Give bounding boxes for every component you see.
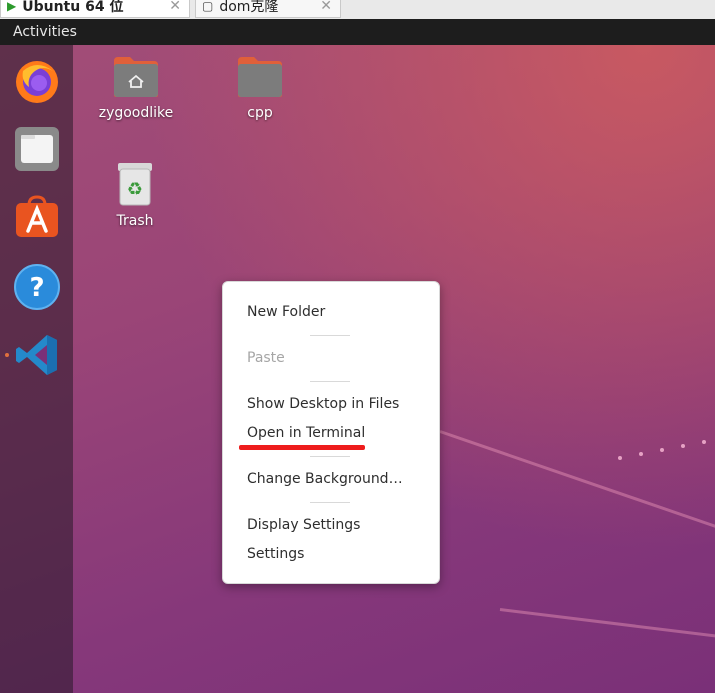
menu-separator: [310, 335, 350, 336]
desktop[interactable]: ? zygoodlike cpp ♻ Trash New Folder Past…: [0, 45, 715, 693]
close-icon[interactable]: ✕: [320, 0, 332, 14]
vm-tab-ubuntu[interactable]: ▶ Ubuntu 64 位 ✕: [0, 0, 190, 18]
menu-item-paste: Paste: [247, 350, 285, 366]
close-icon[interactable]: ✕: [169, 0, 181, 14]
desktop-context-menu: New Folder Paste Show Desktop in Files O…: [222, 281, 440, 584]
trash-desktop-icon[interactable]: ♻ Trash: [90, 161, 180, 229]
vm-tab-label: Ubuntu 64 位: [22, 0, 124, 15]
desktop-icon-label: cpp: [247, 105, 273, 121]
menu-item-new-folder[interactable]: New Folder: [247, 304, 325, 320]
software-icon[interactable]: [13, 193, 61, 241]
files-icon[interactable]: [13, 125, 61, 173]
wallpaper-streak: [439, 430, 715, 531]
svg-text:?: ?: [29, 273, 44, 303]
top-bar: Activities: [0, 19, 715, 45]
menu-item-show-desktop-in-files[interactable]: Show Desktop in Files: [247, 396, 399, 412]
wallpaper-streak: [499, 608, 715, 640]
wallpaper-dot: [702, 440, 706, 444]
home-folder-desktop-icon[interactable]: zygoodlike: [91, 55, 181, 121]
cpp-folder-desktop-icon[interactable]: cpp: [215, 55, 305, 121]
menu-item-settings[interactable]: Settings: [247, 546, 304, 562]
vm-running-icon: ▶: [7, 0, 17, 13]
help-icon[interactable]: ?: [13, 263, 61, 311]
firefox-icon[interactable]: [13, 57, 61, 105]
running-indicator: [5, 353, 9, 357]
vm-tab-clone[interactable]: ▢ dom克隆 ✕: [195, 0, 341, 18]
wallpaper-dot: [618, 456, 622, 460]
trash-icon: ♻: [118, 163, 152, 206]
menu-item-change-background[interactable]: Change Background…: [247, 471, 403, 487]
menu-separator: [310, 502, 350, 503]
wallpaper-dot: [681, 444, 685, 448]
svg-text:♻: ♻: [127, 179, 143, 200]
wallpaper-dot: [660, 448, 664, 452]
vm-tab-bar: ▶ Ubuntu 64 位 ✕ ▢ dom克隆 ✕: [0, 0, 715, 19]
desktop-icon-label: Trash: [116, 213, 154, 229]
dock: ?: [0, 45, 73, 693]
menu-separator: [310, 456, 350, 457]
home-folder-icon: [114, 57, 158, 97]
vscode-icon[interactable]: [13, 331, 61, 379]
annotation-underline: [239, 445, 365, 450]
menu-item-open-in-terminal[interactable]: Open in Terminal: [247, 425, 365, 441]
folder-icon: [238, 57, 282, 97]
vm-tab-label: dom克隆: [219, 0, 279, 15]
desktop-icon-label: zygoodlike: [98, 105, 174, 121]
menu-item-display-settings[interactable]: Display Settings: [247, 517, 360, 533]
menu-separator: [310, 381, 350, 382]
wallpaper-dot: [639, 452, 643, 456]
vm-icon: ▢: [202, 0, 214, 13]
activities-button[interactable]: Activities: [13, 24, 77, 40]
